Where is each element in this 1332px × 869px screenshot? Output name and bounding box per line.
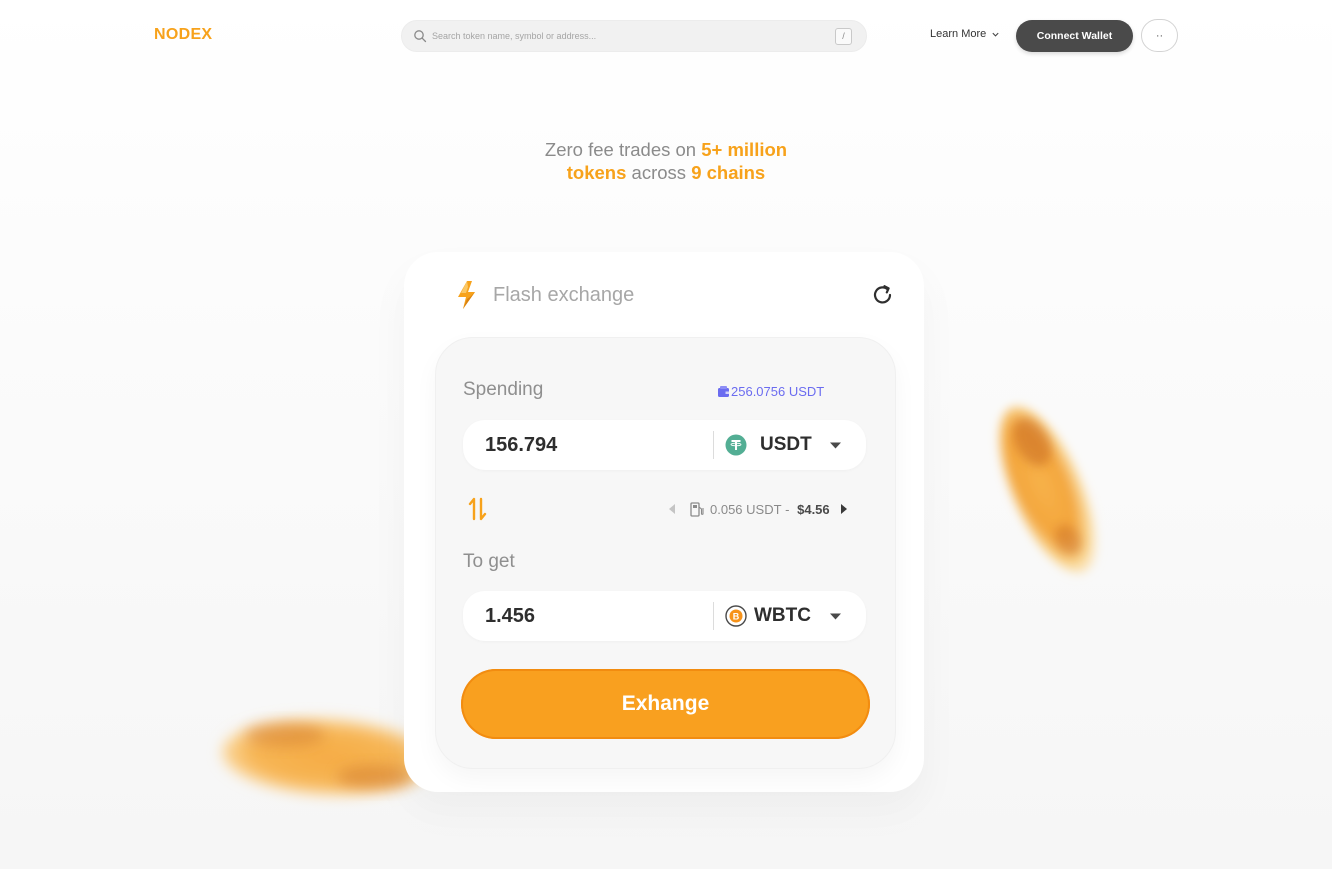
chevron-down-icon bbox=[830, 442, 841, 449]
connect-wallet-button[interactable]: Connect Wallet bbox=[1016, 20, 1133, 52]
lightning-bolt-icon bbox=[458, 281, 475, 309]
swap-direction-icon[interactable] bbox=[468, 496, 488, 522]
search-input[interactable] bbox=[432, 21, 822, 51]
receive-divider bbox=[713, 602, 714, 630]
exchange-button[interactable]: Exhange bbox=[461, 669, 870, 739]
exchange-panel-header: Flash exchange bbox=[455, 279, 895, 313]
spend-field: USDT bbox=[463, 420, 866, 470]
svg-text:B: B bbox=[733, 611, 740, 621]
search-shortcut-key: / bbox=[835, 28, 852, 45]
hero-highlight-tokens-count: 5+ million bbox=[701, 139, 788, 160]
network-fee-row: 0.056 USDT - $4.56 bbox=[668, 500, 848, 518]
spend-token-select[interactable]: USDT bbox=[723, 420, 863, 470]
hero-tagline: Zero fee trades on 5+ million tokens acr… bbox=[466, 138, 866, 184]
to-get-label: To get bbox=[463, 551, 515, 572]
wallet-balance[interactable]: 256.0756 USDT bbox=[717, 384, 824, 399]
wbtc-icon: B bbox=[725, 605, 747, 627]
refresh-icon[interactable] bbox=[870, 282, 896, 308]
hero-highlight-tokens: tokens bbox=[566, 162, 627, 183]
search-icon bbox=[414, 30, 427, 43]
top-navigation: NODEX / Learn More Connect Wallet ·· bbox=[0, 0, 1332, 72]
hero-text-1: Zero fee trades on bbox=[544, 139, 702, 160]
receive-field: B WBTC bbox=[463, 591, 866, 641]
spend-token-name: USDT bbox=[760, 434, 812, 455]
more-options-button[interactable]: ·· bbox=[1141, 19, 1178, 52]
search-bar[interactable]: / bbox=[401, 20, 867, 52]
chevron-down-icon bbox=[830, 613, 841, 620]
usdt-icon bbox=[725, 434, 747, 456]
spending-label: Spending bbox=[463, 379, 544, 400]
logo[interactable]: NODEX bbox=[154, 26, 212, 44]
learn-more-menu[interactable]: Learn More bbox=[930, 28, 1000, 40]
previous-fee-arrow-icon[interactable] bbox=[668, 503, 676, 515]
fee-amount: 0.056 USDT bbox=[710, 501, 782, 517]
next-fee-arrow-icon[interactable] bbox=[840, 503, 848, 515]
fee-usd-value: $4.56 bbox=[797, 501, 830, 517]
hero-text-2: across bbox=[626, 162, 692, 183]
exchange-title: Flash exchange bbox=[493, 284, 635, 306]
hero-highlight-chains: 9 chains bbox=[691, 162, 766, 183]
gas-pump-icon bbox=[690, 501, 704, 517]
chevron-down-icon bbox=[992, 32, 999, 37]
spend-amount-input[interactable] bbox=[485, 420, 695, 470]
spend-divider bbox=[713, 431, 714, 459]
learn-more-label: Learn More bbox=[930, 28, 987, 40]
wallet-balance-value: 256.0756 USDT bbox=[731, 384, 825, 399]
receive-token-select[interactable]: B WBTC bbox=[723, 591, 863, 641]
receive-token-name: WBTC bbox=[754, 605, 811, 626]
fee-separator: - bbox=[781, 501, 794, 517]
coin-right-decoration bbox=[999, 406, 1097, 574]
wallet-icon bbox=[718, 386, 729, 397]
receive-amount-input[interactable] bbox=[485, 591, 695, 641]
